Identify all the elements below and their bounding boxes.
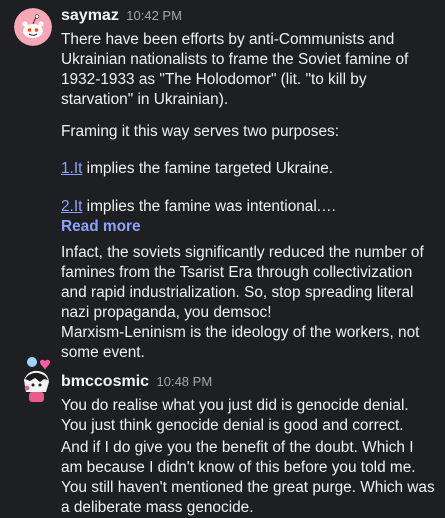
message-header: bmccosmic 10:48 PM [61,373,212,395]
timestamp: 10:48 PM [156,374,213,389]
anime-character-avatar-icon [24,357,50,402]
timestamp: 10:42 PM [126,8,182,23]
point2-text: implies the famine was intentional.… [82,198,337,215]
avatar-saymaz[interactable] [14,8,52,46]
message-text-line1: You do realise what you just did is geno… [61,397,409,414]
message-text-line2: You just think genocide denial is good a… [61,417,404,434]
message-text-framing: Framing it this way serves two purposes: [61,123,339,140]
point1-text: implies the famine targeted Ukraine. [82,160,334,177]
message-text-point2: 2.It implies the famine was intentional.… [61,197,439,217]
message-text-followup: And if I do give you the benefit of the … [61,439,435,516]
username[interactable]: bmccosmic [61,373,149,390]
message-text-reply1: Infact, the soviets significantly reduce… [61,244,424,321]
message-text-reply2: Marxism-Leninism is the ideology of the … [61,324,420,361]
message-text-point1: 1.It implies the famine targeted Ukraine… [61,159,439,179]
username[interactable]: saymaz [61,7,119,24]
reddit-snoo-avatar-icon [14,8,52,46]
point1-link[interactable]: 1.It [61,160,82,177]
read-more-link[interactable]: Read more [61,217,141,237]
message-header: saymaz 10:42 PM [61,7,182,29]
message-text-intro: There have been efforts by anti-Communis… [61,31,409,108]
avatar-bmccosmic[interactable] [16,352,56,412]
point2-link[interactable]: 2.It [61,198,82,215]
